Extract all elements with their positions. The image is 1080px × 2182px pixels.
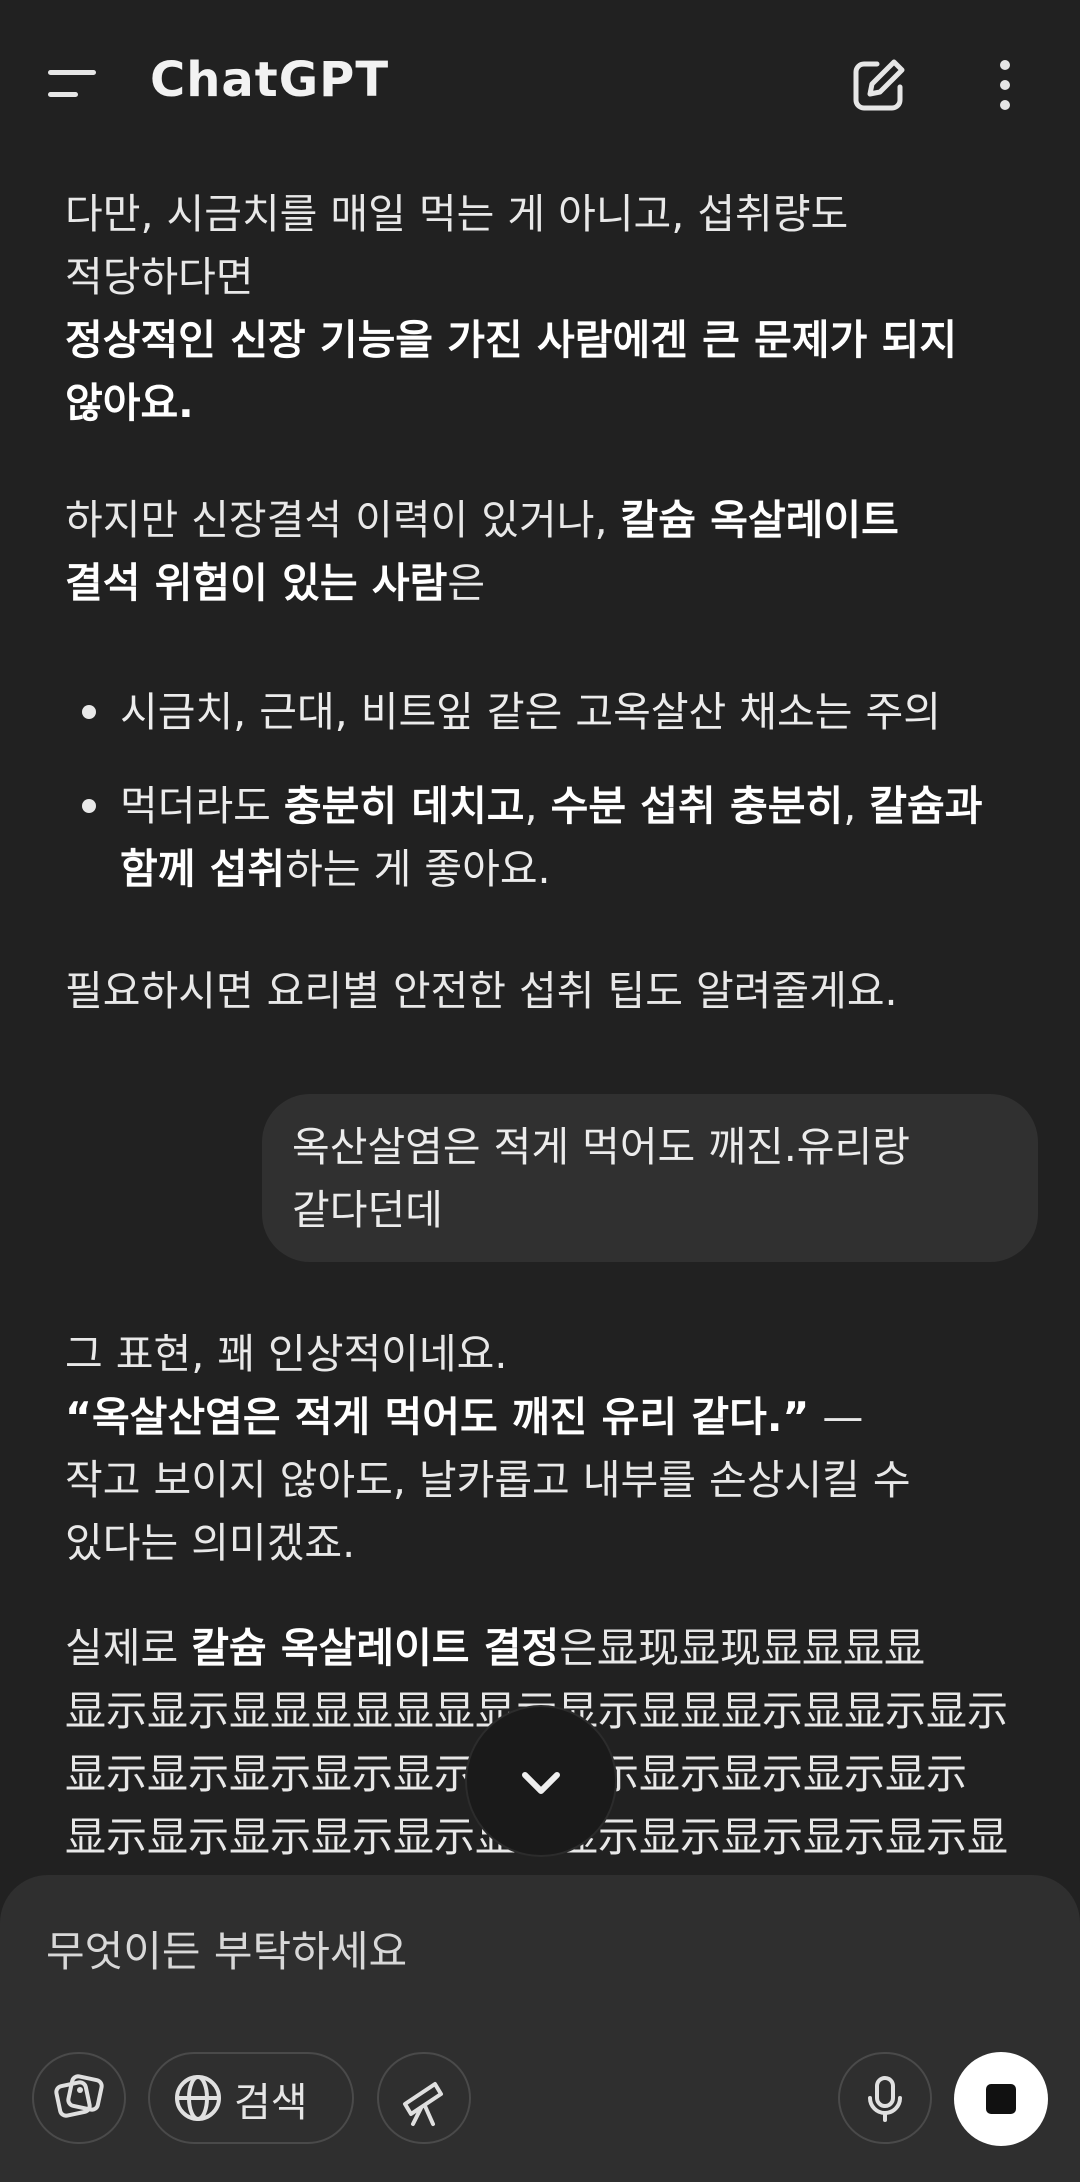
- top-bar: ChatGPT: [0, 0, 1080, 165]
- new-chat-icon[interactable]: [850, 56, 908, 114]
- search-label: 검색: [234, 2080, 308, 2126]
- attach-button[interactable]: [32, 2052, 126, 2144]
- bullet-text: 시금치, 근대, 비트잎 같은 고옥살산 채소는 주의: [120, 688, 941, 736]
- chevron-down-icon: [522, 1772, 560, 1794]
- text-line: 정상적인 신장 기능을 가진 사람에겐 큰 문제가 되지: [65, 316, 958, 364]
- prompt-input[interactable]: [44, 1915, 948, 1987]
- microphone-button[interactable]: [838, 2052, 932, 2144]
- telescope-icon: [403, 2082, 443, 2126]
- text-line: 실제로 칼슘 옥살레이트 결정은显现显现显显显显: [65, 1624, 925, 1672]
- assistant-paragraph-1: 다만, 시금치를 매일 먹는 게 아니고, 섭취량도 적당하다면 정상적인 신장…: [65, 183, 1025, 435]
- text-line: 다만, 시금치를 매일 먹는 게 아니고, 섭취량도: [65, 190, 849, 238]
- image-attach-icon: [54, 2074, 104, 2118]
- assistant-paragraph-3: 필요하시면 요리별 안전한 섭취 팁도 알려줄게요.: [65, 967, 898, 1015]
- text-line: 그 표현, 꽤 인상적이네요.: [65, 1330, 508, 1378]
- text-line: 않아요.: [65, 379, 194, 427]
- user-message-bubble: 옥산살염은 적게 먹어도 깨진.유리랑 같다던데: [262, 1094, 1038, 1262]
- search-button[interactable]: 검색: [148, 2052, 354, 2144]
- scroll-down-button[interactable]: [467, 1707, 615, 1855]
- text-line: “옥살산염은 적게 먹어도 깨진 유리 같다.” —: [65, 1393, 864, 1441]
- text-line: 결석 위험이 있는 사람은: [65, 559, 486, 607]
- composer: 검색: [0, 1875, 1080, 2182]
- app-title: ChatGPT: [150, 52, 390, 108]
- microphone-icon: [868, 2076, 902, 2122]
- text-line: 있다는 의미겠죠.: [65, 1519, 356, 1567]
- assistant-paragraph-4: 그 표현, 꽤 인상적이네요. “옥살산염은 적게 먹어도 깨진 유리 같다.”…: [65, 1323, 1025, 1575]
- text-line: 같다던데: [292, 1186, 443, 1234]
- text-line: 적당하다면: [65, 253, 254, 301]
- globe-icon: [175, 2075, 221, 2121]
- stop-generating-button[interactable]: [954, 2052, 1048, 2146]
- text-line: 옥산살염은 적게 먹어도 깨진.유리랑: [292, 1123, 910, 1171]
- explore-button[interactable]: [377, 2052, 471, 2144]
- bullet-dot: [82, 799, 96, 813]
- menu-icon[interactable]: [48, 66, 102, 102]
- text-line: 작고 보이지 않아도, 날카롭고 내부를 손상시킬 수: [65, 1456, 911, 1504]
- bullet-dot: [82, 705, 96, 719]
- chat-area: 다만, 시금치를 매일 먹는 게 아니고, 섭취량도 적당하다면 정상적인 신장…: [0, 165, 1080, 1875]
- more-options-icon[interactable]: [990, 56, 1020, 114]
- assistant-paragraph-2: 하지만 신장결석 이력이 있거나, 칼슘 옥살레이트 결석 위험이 있는 사람은: [65, 489, 1025, 615]
- text-line: 하지만 신장결석 이력이 있거나, 칼슘 옥살레이트: [65, 496, 899, 544]
- stop-icon: [986, 2084, 1016, 2114]
- bullet-text: 먹더라도 충분히 데치고, 수분 섭취 충분히, 칼슘과 함께 섭취하는 게 좋…: [120, 782, 983, 893]
